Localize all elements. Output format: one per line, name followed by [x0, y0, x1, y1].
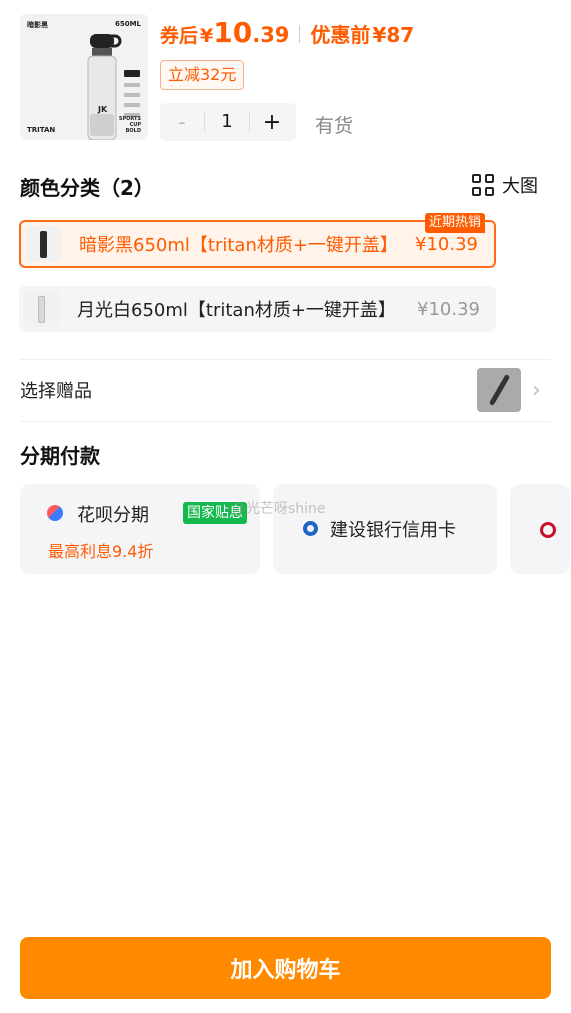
cmb-bank-icon: [540, 522, 556, 538]
price-decimal: .39: [252, 23, 290, 47]
huabei-icon: [47, 505, 63, 521]
chevron-right-icon: ›: [532, 378, 541, 403]
color-option-white[interactable]: 月光白650ml【tritan材质+一键开盖】 ¥10.39: [19, 286, 496, 332]
thumb-label-material: TRITAN: [27, 126, 56, 134]
original-currency: ¥: [372, 23, 387, 47]
watermark: @光芒呀shine: [232, 501, 326, 517]
option-thumb: [25, 226, 61, 262]
currency-symbol: ¥: [200, 25, 214, 47]
price-integer: 10: [213, 16, 253, 49]
decrease-button[interactable]: -: [160, 110, 204, 134]
huabei-label: 花呗分期: [77, 505, 149, 526]
hot-sale-badge: 近期热销: [425, 213, 486, 233]
option-price: ¥10.39: [415, 233, 478, 255]
option-name: 暗影黑650ml【tritan材质+一键开盖】: [79, 235, 398, 256]
after-coupon-label: 券后: [160, 25, 199, 47]
ccb-label: 建设银行信用卡: [330, 520, 456, 541]
product-image[interactable]: 暗影黑 650ML JK TRITAN SPORTS CUP BOLD: [20, 14, 148, 140]
svg-text:JK: JK: [97, 105, 108, 114]
gift-thumbnail: [477, 368, 521, 412]
installment-title: 分期付款: [20, 444, 100, 468]
thumb-label-series: SPORTS CUP BOLD: [118, 116, 141, 134]
gift-selector[interactable]: 选择赠品 ›: [20, 368, 551, 412]
divider: [20, 421, 551, 422]
divider: [20, 359, 551, 360]
big-view-label: 大图: [502, 176, 538, 197]
installment-huabei-card[interactable]: 花呗分期 国家贴息 最高利息9.4折: [20, 484, 260, 574]
original-price-label: 优惠前: [310, 23, 371, 47]
original-price: 87: [386, 23, 415, 47]
option-thumb: [23, 291, 59, 327]
stock-status: 有货: [315, 115, 354, 137]
big-view-button[interactable]: 大图: [472, 172, 538, 198]
grid-icon: [472, 174, 494, 196]
option-price: ¥10.39: [417, 298, 480, 320]
price-divider: [299, 25, 301, 43]
price-row: 券后 ¥ 10 .39 优惠前 ¥ 87: [160, 16, 414, 52]
color-section-title: 颜色分类（2）: [20, 176, 154, 200]
add-to-cart-button[interactable]: 加入购物车: [20, 937, 551, 999]
increase-button[interactable]: +: [250, 110, 294, 135]
quantity-stepper: - 1 +: [160, 103, 296, 141]
quantity-value[interactable]: 1: [204, 112, 250, 132]
gift-label: 选择赠品: [20, 381, 92, 402]
option-name: 月光白650ml【tritan材质+一键开盖】: [77, 300, 396, 321]
installment-cmb-card[interactable]: [510, 484, 570, 574]
ccb-bank-icon: [303, 521, 318, 536]
coupon-badge: 立减32元: [160, 60, 245, 90]
interest-discount: 最高利息9.4折: [48, 542, 154, 561]
